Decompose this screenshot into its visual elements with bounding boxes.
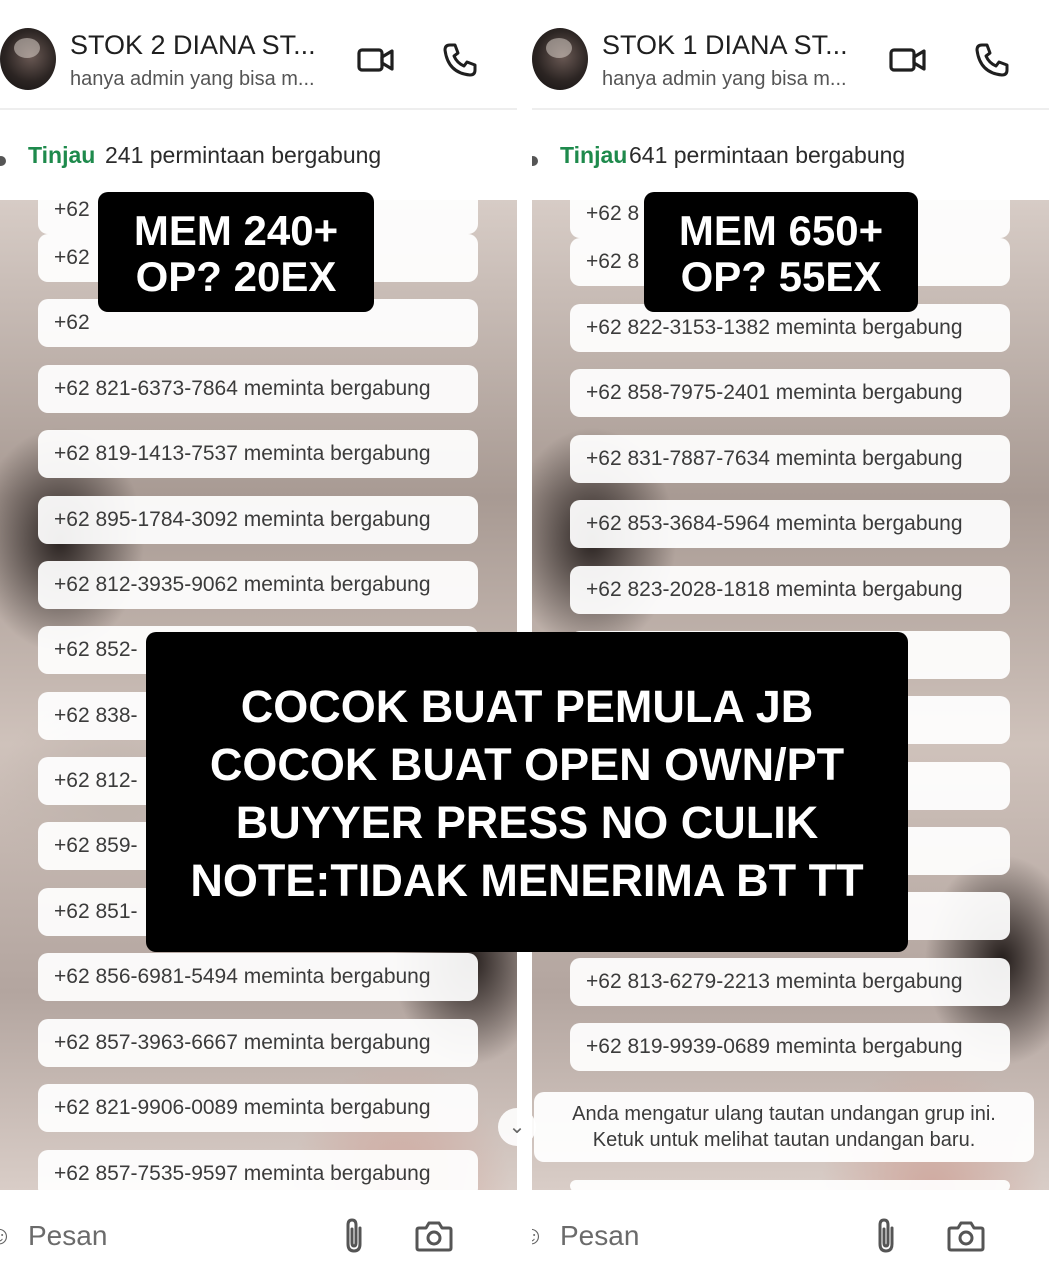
message-text: +62 853-3684-5964 meminta bergabung — [586, 512, 963, 535]
group-title[interactable]: STOK 1 DIANA ST... — [602, 30, 848, 61]
message-text: +62 852- — [54, 638, 138, 661]
attachment-icon[interactable] — [868, 1216, 904, 1256]
list-item[interactable]: +62 821-9906-0089 meminta bergabung — [38, 1084, 478, 1132]
message-text: +62 858-7975-2401 meminta bergabung — [586, 381, 963, 404]
message-text: +62 813-6279-2213 meminta bergabung — [586, 970, 963, 993]
message-text: +62 821-6373-7864 meminta bergabung — [54, 377, 431, 400]
promo-line: BUYYER PRESS NO CULIK — [235, 797, 819, 848]
message-text: +62 8 — [586, 250, 640, 273]
camera-icon[interactable] — [946, 1218, 986, 1254]
list-item[interactable]: +62 856-6981-5494 meminta bergabung — [38, 953, 478, 1001]
message-text: +62 812-3935-9062 meminta bergabung — [54, 573, 431, 596]
system-message-line: Ketuk untuk melihat tautan undangan baru… — [592, 1129, 976, 1151]
message-text: +62 838- — [54, 704, 138, 727]
message-text: +62 859- — [54, 834, 138, 857]
member-stats-overlay: MEM 650+ OP? 55EX — [644, 192, 918, 312]
review-link[interactable]: Tinjau — [28, 142, 95, 169]
message-text: +62 — [54, 246, 90, 269]
message-text: +62 856-6981-5494 meminta bergabung — [54, 965, 431, 988]
list-item[interactable]: +62 853-3684-5964 meminta bergabung — [570, 500, 1010, 548]
group-avatar[interactable] — [532, 28, 588, 90]
chevron-down-icon: ⌄ — [508, 1116, 526, 1138]
chat-header: STOK 1 DIANA ST... hanya admin yang bisa… — [532, 0, 1049, 108]
price-text: OP? 20EX — [135, 253, 337, 300]
message-text: +62 857-7535-9597 meminta bergabung — [54, 1162, 431, 1185]
member-count-text: MEM 650+ — [678, 207, 884, 254]
chat-header: STOK 2 DIANA ST... hanya admin yang bisa… — [0, 0, 517, 108]
message-text: +62 812- — [54, 769, 138, 792]
message-input[interactable]: Pesan — [28, 1220, 107, 1252]
camera-icon[interactable] — [414, 1218, 454, 1254]
message-text: +62 857-3963-6667 meminta bergabung — [54, 1031, 431, 1054]
promo-note-overlay: COCOK BUAT PEMULA JB COCOK BUAT OPEN OWN… — [146, 632, 908, 952]
system-message-line: Anda mengatur ulang tautan undangan grup… — [572, 1103, 996, 1125]
message-text: +62 — [54, 200, 90, 221]
message-text: +62 — [54, 311, 90, 334]
list-item[interactable]: +62 857-3963-6667 meminta bergabung — [38, 1019, 478, 1067]
join-requests-bar[interactable]: Tinjau 241 permintaan bergabung — [0, 138, 517, 174]
emoji-icon[interactable]: ☺ — [0, 1220, 13, 1251]
group-subtitle[interactable]: hanya admin yang bisa m... — [70, 68, 315, 91]
member-count-text: MEM 240+ — [133, 207, 339, 254]
attachment-icon[interactable] — [336, 1216, 372, 1256]
message-composer[interactable]: ☺ Pesan — [532, 1196, 1002, 1276]
group-avatar[interactable] — [0, 28, 56, 90]
join-requests-count: 641 permintaan bergabung — [629, 142, 906, 168]
message-text: +62 819-9939-0689 meminta bergabung — [586, 1035, 963, 1058]
member-stats-overlay: MEM 240+ OP? 20EX — [98, 192, 374, 312]
promo-line: COCOK BUAT OPEN OWN/PT — [209, 739, 845, 790]
video-call-icon[interactable] — [356, 40, 396, 80]
join-requests-bar[interactable]: Tinjau 641 permintaan bergabung — [532, 138, 1049, 174]
message-text: +62 851- — [54, 900, 138, 923]
message-text: +62 821-9906-0089 meminta bergabung — [54, 1096, 431, 1119]
group-title[interactable]: STOK 2 DIANA ST... — [70, 30, 316, 61]
join-requests-count: 241 permintaan bergabung — [105, 142, 382, 168]
review-link[interactable]: Tinjau — [560, 142, 627, 169]
promo-line: NOTE:TIDAK MENERIMA BT TT — [190, 855, 864, 906]
list-item[interactable]: +62 819-1413-7537 meminta bergabung — [38, 430, 478, 478]
bar-edge-icon — [532, 156, 538, 166]
message-input[interactable]: Pesan — [560, 1220, 639, 1252]
message-text: +62 819-1413-7537 meminta bergabung — [54, 442, 431, 465]
list-item[interactable]: +62 895-1784-3092 meminta bergabung — [38, 496, 478, 544]
message-composer[interactable]: ☺ Pesan — [0, 1196, 470, 1276]
scroll-down-button[interactable]: ⌄ — [498, 1108, 536, 1146]
message-text: +62 895-1784-3092 meminta bergabung — [54, 508, 431, 531]
promo-line: COCOK BUAT PEMULA JB — [240, 681, 814, 732]
message-text: +62 822-3153-1382 meminta bergabung — [586, 316, 963, 339]
list-item[interactable]: +62 823-2028-1818 meminta bergabung — [570, 566, 1010, 614]
price-text: OP? 55EX — [680, 253, 882, 300]
list-item[interactable]: +62 821-6373-7864 meminta bergabung — [38, 365, 478, 413]
list-item[interactable]: +62 819-9939-0689 meminta bergabung — [570, 1023, 1010, 1071]
system-message[interactable]: Anda mengatur ulang tautan undangan grup… — [534, 1092, 1034, 1162]
voice-call-icon[interactable] — [972, 40, 1012, 80]
emoji-icon[interactable]: ☺ — [532, 1220, 545, 1251]
header-divider — [532, 108, 1049, 110]
bar-edge-icon — [0, 156, 6, 166]
list-item[interactable]: +62 813-6279-2213 meminta bergabung — [570, 958, 1010, 1006]
list-item[interactable] — [570, 1180, 1010, 1190]
message-text: +62 831-7887-7634 meminta bergabung — [586, 447, 963, 470]
header-divider — [0, 108, 517, 110]
group-subtitle[interactable]: hanya admin yang bisa m... — [602, 68, 847, 91]
list-item[interactable]: +62 831-7887-7634 meminta bergabung — [570, 435, 1010, 483]
video-call-icon[interactable] — [888, 40, 928, 80]
list-item[interactable]: +62 858-7975-2401 meminta bergabung — [570, 369, 1010, 417]
message-text: +62 823-2028-1818 meminta bergabung — [586, 578, 963, 601]
message-text: +62 8 — [586, 202, 640, 225]
list-item[interactable]: +62 812-3935-9062 meminta bergabung — [38, 561, 478, 609]
voice-call-icon[interactable] — [440, 40, 480, 80]
list-item[interactable]: +62 857-7535-9597 meminta bergabung — [38, 1150, 478, 1190]
